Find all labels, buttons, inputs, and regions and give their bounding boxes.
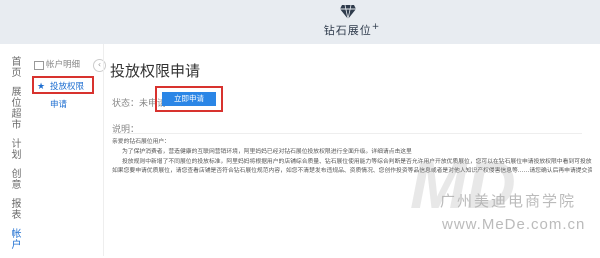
subnav-item-label: 投放权限申请 xyxy=(50,82,85,110)
left-nav: 首页 展位超市 计划 创意 报表 帐户 xyxy=(8,56,26,258)
notice-greeting: 亲爱的钻石展位用户： xyxy=(112,139,170,145)
collapse-icon[interactable]: ‹ xyxy=(93,59,106,72)
top-header-bar: 钻石展位+ xyxy=(0,0,600,44)
apply-button-highlight: 立即申请 xyxy=(155,86,223,112)
subnav-section-account-detail[interactable]: 帐户明细 ‹ xyxy=(32,56,106,74)
brand-plus-mark: + xyxy=(371,22,381,32)
diamond-icon xyxy=(340,4,356,20)
watermark: MD 广州美迪电商学院 www.MeDe.com.cn xyxy=(410,150,600,256)
nav-divider xyxy=(103,44,104,256)
nav-booth-market[interactable]: 展位超市 xyxy=(8,86,20,130)
page-title: 投放权限申请 xyxy=(110,62,201,80)
nav-plan[interactable]: 计划 xyxy=(8,138,20,160)
watermark-url: www.MeDe.com.cn xyxy=(442,216,586,233)
subnav-item-delivery-permission[interactable]: ★ 投放权限申请 xyxy=(32,76,94,110)
nav-creative[interactable]: 创意 xyxy=(8,168,20,190)
subnav-section-title: 帐户明细 xyxy=(46,60,81,70)
sub-nav: 帐户明细 ‹ ★ 投放权限申请 xyxy=(32,56,106,110)
star-icon: ★ xyxy=(37,82,46,92)
brand-logo[interactable]: 钻石展位+ xyxy=(312,2,392,42)
nav-report[interactable]: 报表 xyxy=(8,198,20,220)
section-divider xyxy=(112,133,582,134)
watermark-company: 广州美迪电商学院 xyxy=(440,192,577,210)
nav-account[interactable]: 帐户 xyxy=(8,228,20,250)
nav-home[interactable]: 首页 xyxy=(8,56,20,78)
brand-name: 钻石展位+ xyxy=(323,22,381,37)
apply-now-button[interactable]: 立即申请 xyxy=(162,92,216,106)
folder-icon xyxy=(34,61,44,70)
